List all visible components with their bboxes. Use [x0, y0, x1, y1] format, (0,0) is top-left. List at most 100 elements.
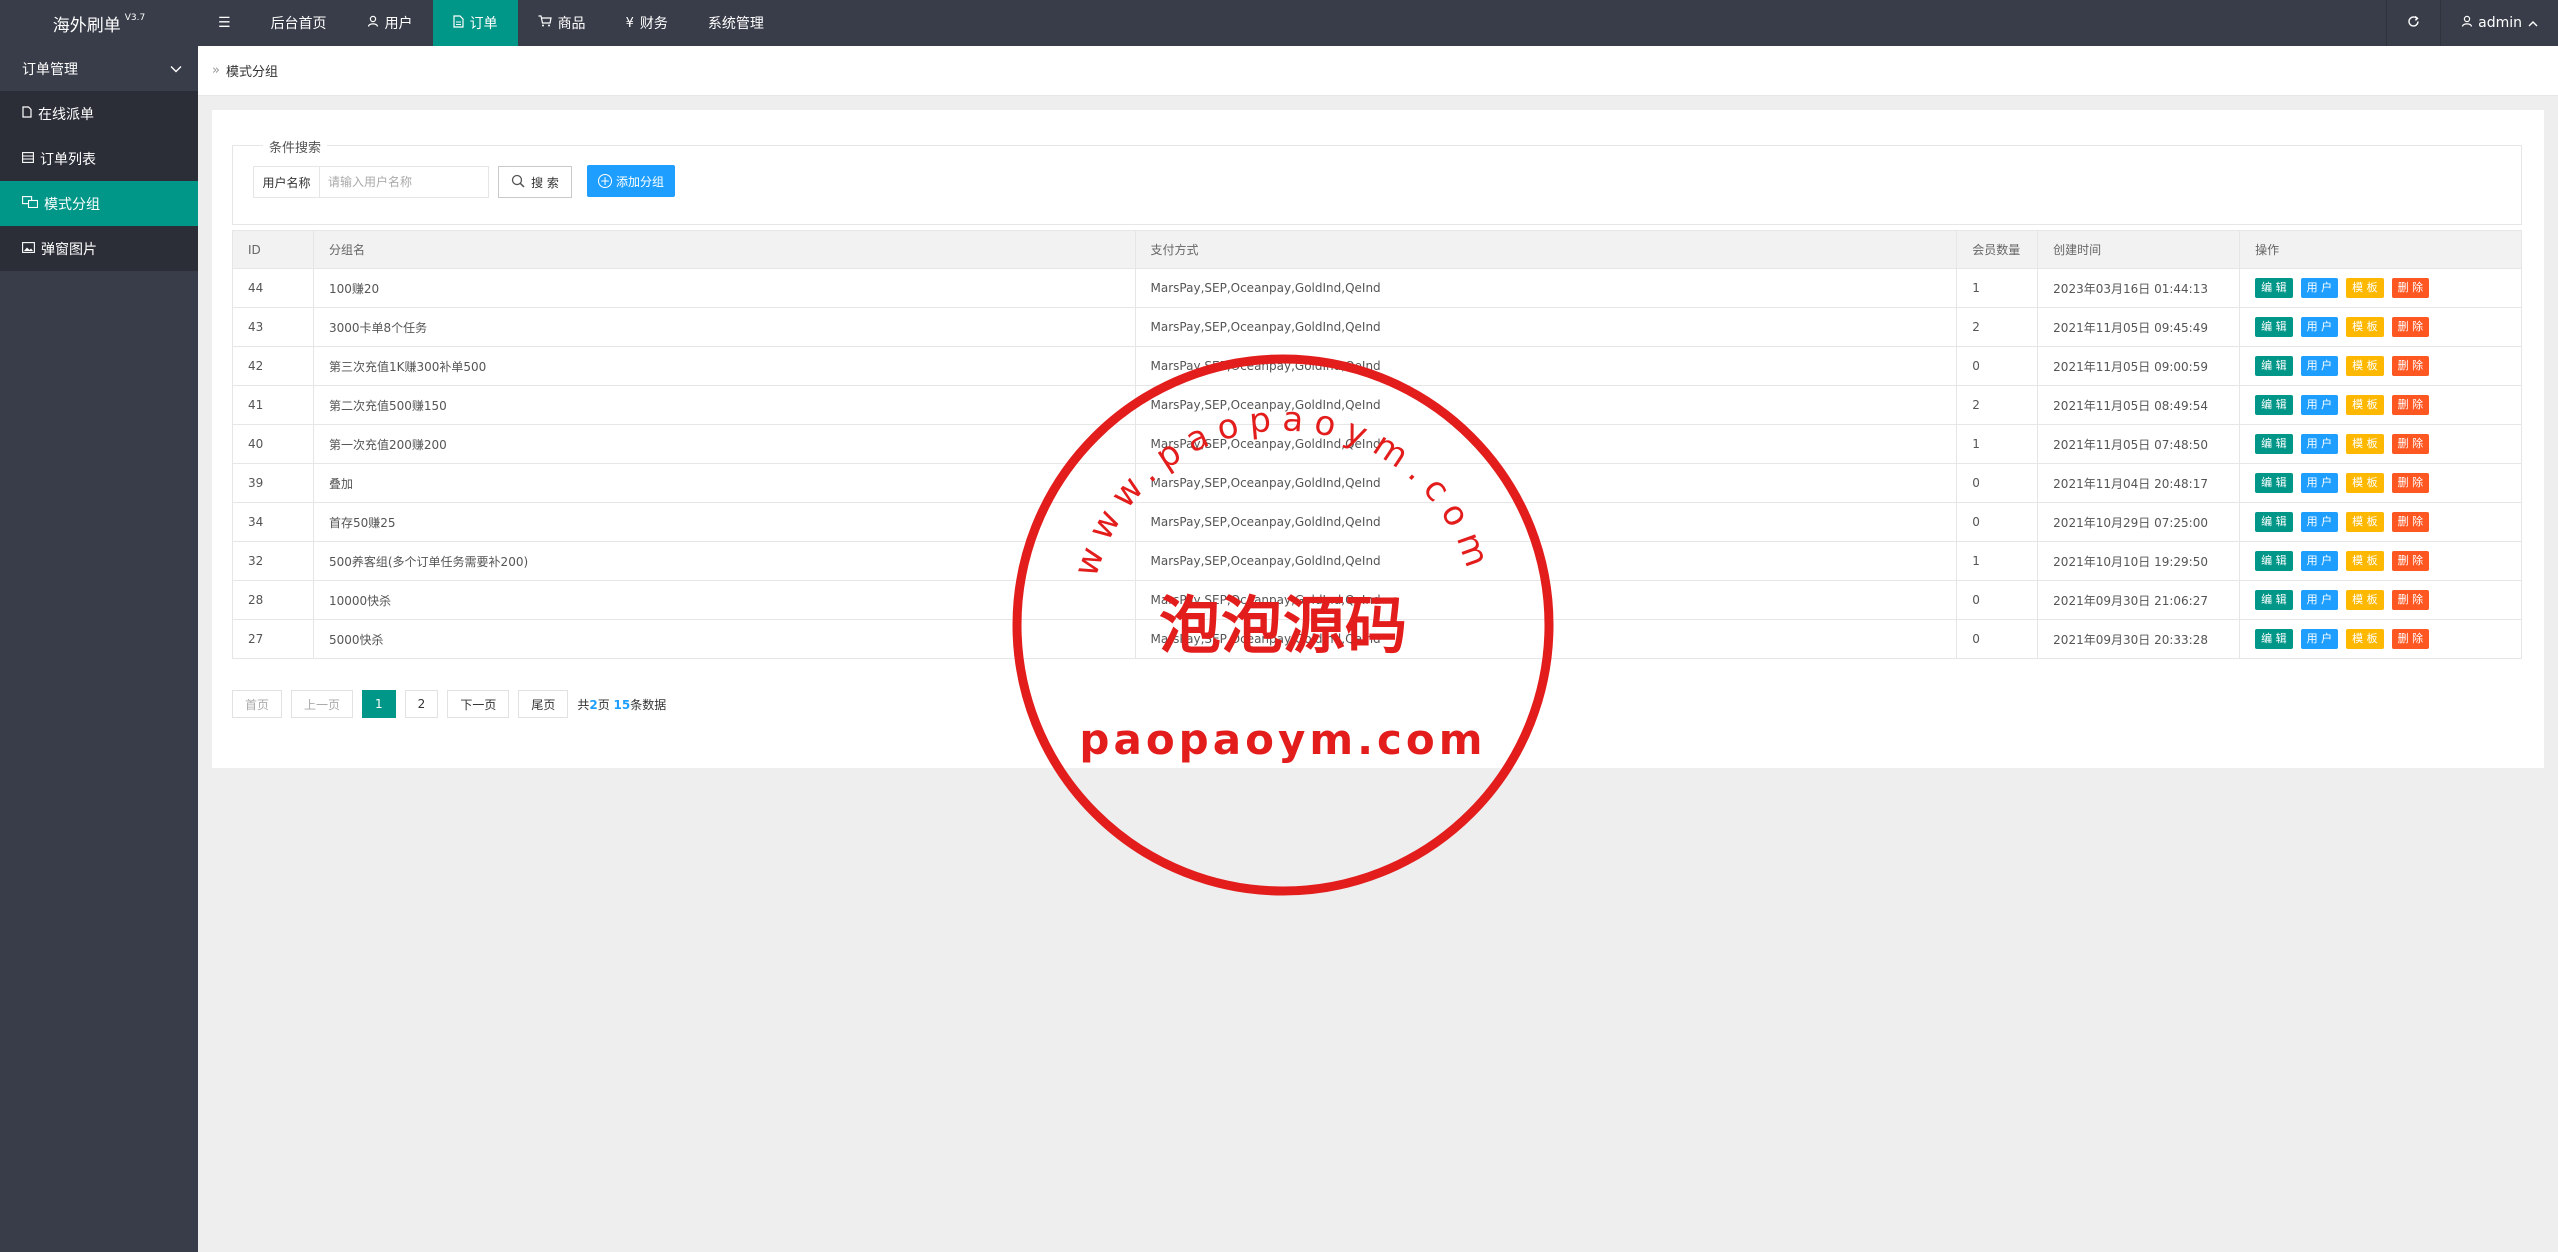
delete-button[interactable]: 删 除 [2391, 434, 2430, 454]
cell-time: 2021年09月30日 20:33:28 [2037, 619, 2241, 659]
delete-button[interactable]: 删 除 [2391, 395, 2430, 415]
cell-actions: 编 辑用 户模 板删 除 [2239, 268, 2522, 308]
col-header-name: 分组名 [312, 230, 1136, 269]
edit-button[interactable]: 编 辑 [2255, 551, 2293, 571]
cell-actions: 编 辑用 户模 板删 除 [2239, 385, 2522, 425]
sidebar-item-label: 弹窗图片 [41, 241, 97, 258]
edit-button[interactable]: 编 辑 [2255, 317, 2293, 337]
sidebar: 订单管理 在线派单 订单列表 模式分组 弹窗图片 [0, 46, 198, 1252]
cell-count: 1 [1956, 268, 2039, 308]
user-button[interactable]: 用 户 [2300, 512, 2339, 532]
add-group-button[interactable]: + 添加分组 [587, 165, 675, 197]
sidebar-item-label: 订单列表 [40, 151, 96, 168]
user-button[interactable]: 用 户 [2300, 551, 2339, 571]
edit-button[interactable]: 编 辑 [2255, 395, 2293, 415]
edit-button[interactable]: 编 辑 [2255, 590, 2293, 610]
edit-button[interactable]: 编 辑 [2255, 512, 2293, 532]
username-input[interactable] [319, 166, 489, 198]
cell-actions: 编 辑用 户模 板删 除 [2239, 307, 2522, 347]
delete-button[interactable]: 删 除 [2391, 551, 2430, 571]
nav-item-goods[interactable]: 商品 [518, 0, 606, 46]
nav-item-home[interactable]: 后台首页 [251, 0, 347, 46]
delete-button[interactable]: 删 除 [2391, 629, 2430, 649]
cell-count: 2 [1956, 307, 2039, 347]
app-logo[interactable]: 海外刷单 V3.7 [0, 0, 198, 46]
user-button[interactable]: 用 户 [2300, 590, 2339, 610]
user-button[interactable]: 用 户 [2300, 473, 2339, 493]
col-header-id: ID [232, 230, 314, 269]
delete-button[interactable]: 删 除 [2391, 512, 2430, 532]
user-icon [2461, 15, 2473, 31]
template-button[interactable]: 模 板 [2346, 629, 2384, 649]
edit-button[interactable]: 编 辑 [2255, 629, 2293, 649]
delete-button[interactable]: 删 除 [2391, 278, 2430, 298]
sidebar-item-order-list[interactable]: 订单列表 [0, 136, 198, 181]
search-button[interactable]: 搜 索 [498, 166, 572, 198]
page-2[interactable]: 2 [404, 690, 439, 718]
nav-item-system[interactable]: 系统管理 [688, 0, 784, 46]
cell-id: 41 [232, 385, 314, 425]
edit-button[interactable]: 编 辑 [2255, 356, 2293, 376]
cell-id: 43 [232, 307, 314, 347]
nav-item-orders[interactable]: 订单 [432, 0, 518, 46]
delete-button[interactable]: 删 除 [2391, 473, 2430, 493]
cell-actions: 编 辑用 户模 板删 除 [2239, 424, 2522, 464]
nav-label: 后台首页 [270, 16, 327, 32]
sidebar-item-popup-image[interactable]: 弹窗图片 [0, 226, 198, 271]
user-button[interactable]: 用 户 [2300, 317, 2339, 337]
list-icon [22, 151, 34, 166]
page-next[interactable]: 下一页 [447, 690, 510, 718]
template-button[interactable]: 模 板 [2346, 512, 2384, 532]
delete-button[interactable]: 删 除 [2391, 590, 2430, 610]
page-prev[interactable]: 上一页 [291, 690, 354, 718]
template-button[interactable]: 模 板 [2346, 590, 2384, 610]
cell-time: 2021年11月05日 07:48:50 [2037, 424, 2241, 464]
edit-button[interactable]: 编 辑 [2255, 434, 2293, 454]
page-first[interactable]: 首页 [232, 690, 283, 718]
user-button[interactable]: 用 户 [2300, 278, 2339, 298]
cell-pay: MarsPay,SEP,Oceanpay,GoldInd,QeInd [1134, 268, 1958, 308]
template-button[interactable]: 模 板 [2346, 395, 2384, 415]
search-legend: 条件搜索 [263, 137, 328, 156]
double-chevron-icon: » [212, 63, 220, 78]
refresh-button[interactable] [2386, 0, 2440, 46]
sidebar-item-mode-group[interactable]: 模式分组 [0, 181, 198, 226]
user-button[interactable]: 用 户 [2300, 356, 2339, 376]
template-button[interactable]: 模 板 [2346, 473, 2384, 493]
cell-id: 27 [232, 619, 314, 659]
template-button[interactable]: 模 板 [2346, 356, 2384, 376]
menu-toggle-button[interactable]: ☰ [198, 0, 251, 46]
delete-button[interactable]: 删 除 [2391, 317, 2430, 337]
page-1[interactable]: 1 [362, 690, 396, 718]
user-menu[interactable]: admin [2440, 0, 2558, 46]
cell-time: 2021年11月05日 09:45:49 [2037, 307, 2241, 347]
cell-count: 2 [1956, 385, 2039, 425]
nav-item-finance[interactable]: ¥ 财务 [606, 0, 688, 46]
nav-item-users[interactable]: 用户 [347, 0, 433, 46]
edit-button[interactable]: 编 辑 [2255, 278, 2293, 298]
cell-actions: 编 辑用 户模 板删 除 [2239, 580, 2522, 620]
user-button[interactable]: 用 户 [2300, 395, 2339, 415]
sidebar-item-dispatch[interactable]: 在线派单 [0, 91, 198, 136]
template-button[interactable]: 模 板 [2346, 278, 2384, 298]
cell-time: 2021年09月30日 21:06:27 [2037, 580, 2241, 620]
chevron-down-icon [170, 61, 182, 77]
cell-time: 2021年11月04日 20:48:17 [2037, 463, 2241, 503]
template-button[interactable]: 模 板 [2346, 434, 2384, 454]
cell-count: 0 [1956, 463, 2039, 503]
sidebar-group-orders[interactable]: 订单管理 [0, 46, 198, 91]
template-button[interactable]: 模 板 [2346, 551, 2384, 571]
delete-button[interactable]: 删 除 [2391, 356, 2430, 376]
user-button[interactable]: 用 户 [2300, 434, 2339, 454]
pagination: 首页 上一页 1 2 下一页 尾页 共2页 15条数据 [232, 690, 666, 718]
group-icon [22, 196, 39, 211]
username-label: 用户名称 [253, 166, 319, 198]
edit-button[interactable]: 编 辑 [2255, 473, 2293, 493]
page-last[interactable]: 尾页 [518, 690, 569, 718]
user-button[interactable]: 用 户 [2300, 629, 2339, 649]
col-header-actions: 操作 [2239, 230, 2522, 269]
cell-id: 34 [232, 502, 314, 542]
cell-name: 100赚20 [312, 268, 1136, 308]
template-button[interactable]: 模 板 [2346, 317, 2384, 337]
cell-time: 2021年11月05日 09:00:59 [2037, 346, 2241, 386]
